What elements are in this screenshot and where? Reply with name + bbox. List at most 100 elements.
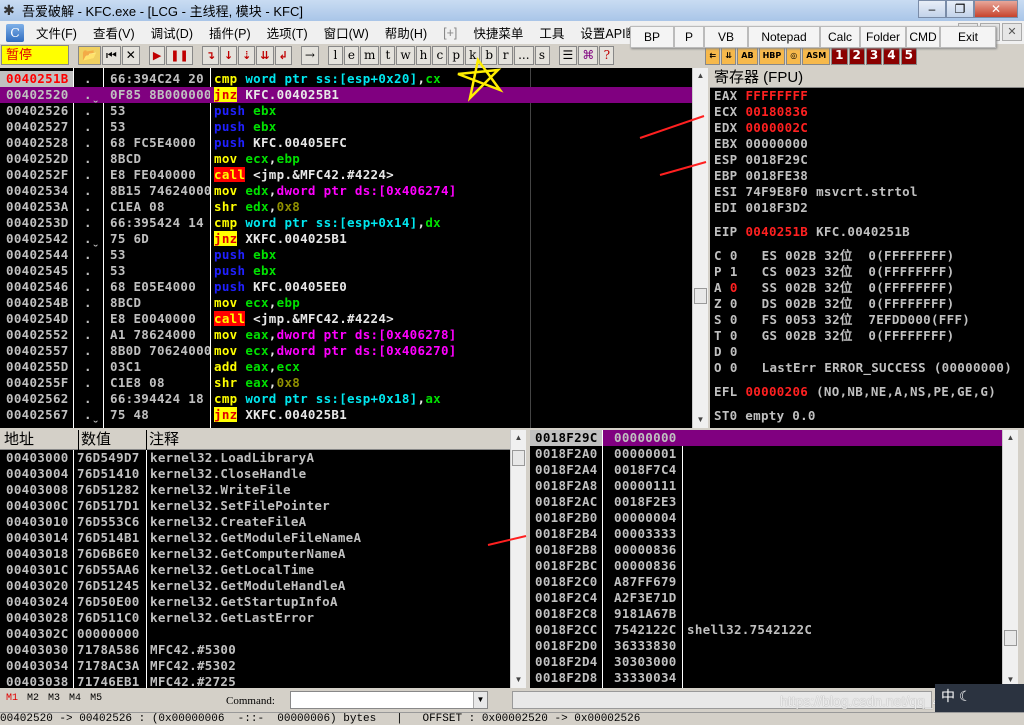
column-header-value[interactable]: 数值 [78,430,111,450]
vb-button[interactable]: VB [704,26,748,48]
disasm-row[interactable]: 00402534. 8B15 74624000 mov edx,dword ptr … [0,183,692,199]
minimize-button[interactable]: – [918,0,946,18]
menu-item-1[interactable]: 查看(V) [85,23,143,42]
stack-scrollbar[interactable]: ▲ ▼ [1002,430,1018,688]
disasm-row[interactable]: 00402552. A1 78624000 mov eax,dword ptr ds… [0,327,692,343]
dump-pane[interactable]: 00403000 76D549D7 kernel32.LoadLibraryA 004… [0,450,510,688]
dump-row[interactable]: 00403030 7178A586 MFC42.#5300 [0,642,510,658]
stack-row[interactable]: 0018F2B4 00003333 [530,526,1002,542]
window-button-k[interactable]: k [465,45,481,65]
memory-tab-m1[interactable]: M1 [6,693,18,704]
mdi-close-button[interactable]: ✕ [1002,23,1022,41]
list-icon[interactable]: ☰ [558,45,578,65]
disasm-row[interactable]: 00402545. 53 push ebx [0,263,692,279]
dump-row[interactable]: 00403024 76D50E00 kernel32.GetStartupInfoA [0,594,510,610]
disasm-row[interactable]: 0040252F. E8 FE040000 call <jmp.&MFC42.#42… [0,167,692,183]
stack-row[interactable]: 0018F2A8 00000111 [530,478,1002,494]
dump-row[interactable]: 00403010 76D553C6 kernel32.CreateFileA [0,514,510,530]
stack-row[interactable]: 0018F2CC 7542122C shell32.7542122C [530,622,1002,638]
disasm-row[interactable]: 0040253D. 66:395424 14 cmp word ptr ss:[es… [0,215,692,231]
window-button-e[interactable]: e [343,45,359,65]
maximize-button[interactable]: ❐ [946,0,974,18]
disasm-row[interactable]: 00402544. 53 push ebx [0,247,692,263]
disasm-row[interactable]: 00402567 .ˬ 75 48 jnz XKFC.004025B1 [0,407,692,423]
dump-row[interactable]: 00403020 76D51245 kernel32.GetModuleHandle… [0,578,510,594]
stack-row[interactable]: 0018F2C4 A2F3E71D [530,590,1002,606]
disasm-row[interactable]: 00402557. 8B0D 70624000 mov ecx,dword ptr … [0,343,692,359]
stack-row[interactable]: 0018F2C0 A87FF679 [530,574,1002,590]
window-button-s[interactable]: s [534,45,550,65]
calc-button[interactable]: Calc [820,26,860,48]
stack-row[interactable]: 0018F2AC 0018F2E3 [530,494,1002,510]
close-program-icon[interactable]: ✕ [121,45,140,65]
disassembly-scrollbar[interactable]: ▲ ▼ [692,68,708,428]
window-button-c[interactable]: c [432,45,448,65]
dump-row[interactable]: 00403034 7178AC3A MFC42.#5302 [0,658,510,674]
stack-row[interactable]: 0018F2BC 00000836 [530,558,1002,574]
run-icon[interactable]: ▶ [148,45,166,65]
stack-row[interactable]: 0018F2A0 00000001 [530,446,1002,462]
disassembly-pane[interactable]: 0040251B. 66:394C24 20 cmp word ptr ss:[es… [0,68,692,428]
window-button-p[interactable]: p [448,45,465,65]
goto-icon[interactable]: → [300,45,319,65]
window-button-h[interactable]: h [415,45,432,65]
plugin-icon-1[interactable]: ⇊ [721,45,737,65]
dump-row[interactable]: 00403014 76D514B1 kernel32.GetModuleFileNa… [0,530,510,546]
disasm-row[interactable]: 0040255F. C1E8 08 shr eax,0x8 [0,375,692,391]
dump-row[interactable]: 0040301C 76D55AA6 kernel32.GetLocalTime [0,562,510,578]
disasm-row[interactable]: 00402562. 66:394424 18 cmp word ptr ss:[es… [0,391,692,407]
bp-button[interactable]: BP [630,26,674,48]
stack-row[interactable]: 0018F2D4 30303000 [530,654,1002,670]
dump-row[interactable]: 0040300C 76D517D1 kernel32.SetFilePointer [0,498,510,514]
dump-row[interactable]: 00403000 76D549D7 kernel32.LoadLibraryA [0,450,510,466]
plugin-icon-0[interactable]: ⇇ [705,45,721,65]
bookmark-button-3[interactable]: 3 [865,45,883,65]
dump-row[interactable]: 00403038 71746EB1 MFC42.#2725 [0,674,510,688]
memory-tab-m4[interactable]: M4 [69,693,81,704]
close-button[interactable]: ✕ [974,0,1018,18]
dump-row[interactable]: 00403004 76D51410 kernel32.CloseHandle [0,466,510,482]
window-button-r[interactable]: r [498,45,514,65]
window-button-m[interactable]: m [360,45,380,65]
bookmark-button-2[interactable]: 2 [848,45,865,65]
stack-row[interactable]: 0018F29C 00000000 [530,430,1002,446]
plugin-icon-2[interactable]: AB [737,45,758,65]
stack-row[interactable]: 0018F2B8 00000836 [530,542,1002,558]
cmd-button[interactable]: CMD [906,26,940,48]
window-button-t[interactable]: t [380,45,396,65]
bookmark-button-1[interactable]: 1 [831,45,848,65]
command-input[interactable]: ▼ [290,691,488,709]
execute-till-return-icon[interactable]: ↲ [274,45,292,65]
folder-button[interactable]: Folder [860,26,906,48]
chevron-down-icon[interactable]: ▼ [473,692,487,708]
pause-icon[interactable]: ❚❚ [166,45,193,65]
stack-row[interactable]: 0018F2C8 9181A67B [530,606,1002,622]
menu-item-3[interactable]: 插件(P) [201,23,259,42]
disasm-row[interactable]: 00402528. 68 FC5E4000 push KFC.00405EFC [0,135,692,151]
menu-item-5[interactable]: 窗口(W) [316,23,377,42]
column-header-comment[interactable]: 注释 [146,430,179,450]
memory-tab-m3[interactable]: M3 [48,693,60,704]
disasm-row[interactable]: 00402542 .ˬ 75 6D jnz XKFC.004025B1 [0,231,692,247]
menu-item-7[interactable]: [+] [435,26,465,40]
trace-over-icon[interactable]: ⇊ [256,45,274,65]
dump-row[interactable]: 0040302C 00000000 [0,626,510,642]
window-button-b[interactable]: b [481,45,498,65]
stack-pane[interactable]: 0018F29C 00000000 0018F2A0 00000001 0018F2A4… [530,430,1002,688]
disasm-row[interactable]: 00402527. 53 push ebx [0,119,692,135]
memory-tab-m5[interactable]: M5 [90,693,102,704]
disasm-row[interactable]: 00402526. 53 push ebx [0,103,692,119]
menu-item-6[interactable]: 帮助(H) [377,23,435,42]
window-button-w[interactable]: w [396,45,415,65]
memory-tab-m2[interactable]: M2 [27,693,39,704]
p-button[interactable]: P [674,26,704,48]
stack-row[interactable]: 0018F2D8 33330034 [530,670,1002,686]
disasm-row[interactable]: 0040254D. E8 E0040000 call <jmp.&MFC42.#42… [0,311,692,327]
disasm-row[interactable]: 0040251B. 66:394C24 20 cmp word ptr ss:[es… [0,71,692,87]
stack-row[interactable]: 0018F2A4 0018F7C4 [530,462,1002,478]
open-icon[interactable]: 📂 [78,45,101,65]
menu-item-9[interactable]: 工具 [531,23,572,42]
menu-item-8[interactable]: 快捷菜单 [465,23,531,42]
step-over-icon[interactable]: ↓ [219,45,238,65]
restart-icon[interactable]: ⏮ [101,45,121,65]
